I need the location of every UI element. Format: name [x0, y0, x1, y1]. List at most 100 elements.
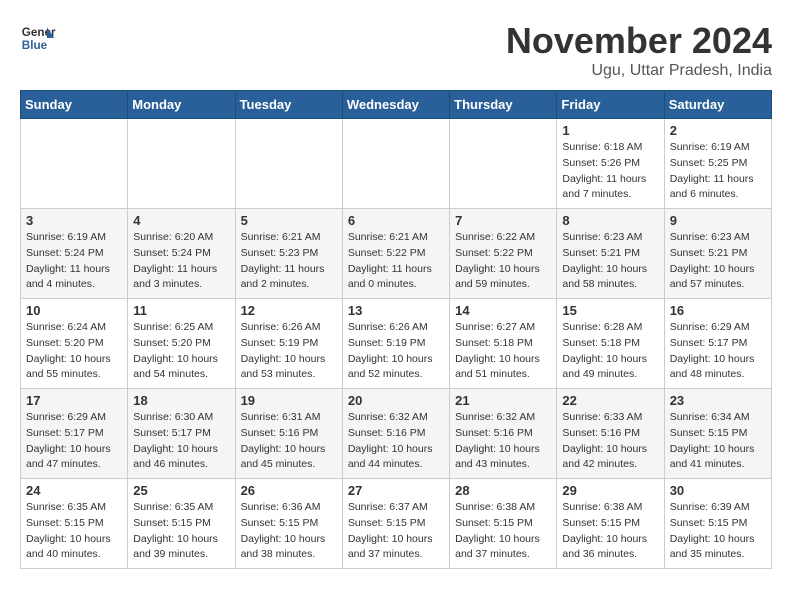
calendar-body: 1Sunrise: 6:18 AM Sunset: 5:26 PM Daylig…	[21, 119, 772, 569]
day-info: Sunrise: 6:19 AM Sunset: 5:24 PM Dayligh…	[26, 230, 122, 293]
day-number: 27	[348, 483, 444, 498]
calendar-cell: 28Sunrise: 6:38 AM Sunset: 5:15 PM Dayli…	[450, 479, 557, 569]
calendar-cell: 25 Sunrise: 6:35 AM Sunset: 5:15 PM Dayli…	[128, 479, 235, 569]
calendar-cell: 6 Sunrise: 6:21 AM Sunset: 5:22 PM Daylig…	[342, 209, 449, 299]
header-thursday: Thursday	[450, 91, 557, 119]
day-number: 18	[133, 393, 229, 408]
day-info: Sunrise: 6:35 AM Sunset: 5:15 PM Dayligh…	[26, 500, 122, 563]
day-number: 24	[26, 483, 122, 498]
calendar-header: SundayMondayTuesdayWednesdayThursdayFrid…	[21, 91, 772, 119]
calendar-cell: 7Sunrise: 6:22 AM Sunset: 5:22 PM Daylig…	[450, 209, 557, 299]
day-number: 21	[455, 393, 551, 408]
day-info: Sunrise: 6:28 AM Sunset: 5:18 PM Dayligh…	[562, 320, 658, 383]
calendar-cell	[235, 119, 342, 209]
location-subtitle: Ugu, Uttar Pradesh, India	[506, 62, 772, 80]
day-info: Sunrise: 6:33 AM Sunset: 5:16 PM Dayligh…	[562, 410, 658, 473]
calendar-cell: 23 Sunrise: 6:34 AM Sunset: 5:15 PM Dayli…	[664, 389, 771, 479]
day-info: Sunrise: 6:35 AM Sunset: 5:15 PM Dayligh…	[133, 500, 229, 563]
day-number: 3	[26, 213, 122, 228]
calendar-cell: 2 Sunrise: 6:19 AM Sunset: 5:25 PM Daylig…	[664, 119, 771, 209]
day-info: Sunrise: 6:29 AM Sunset: 5:17 PM Dayligh…	[670, 320, 766, 383]
day-number: 8	[562, 213, 658, 228]
calendar-cell: 14Sunrise: 6:27 AM Sunset: 5:18 PM Dayli…	[450, 299, 557, 389]
day-info: Sunrise: 6:19 AM Sunset: 5:25 PM Dayligh…	[670, 140, 766, 203]
calendar-cell: 11 Sunrise: 6:25 AM Sunset: 5:20 PM Dayli…	[128, 299, 235, 389]
day-info: Sunrise: 6:26 AM Sunset: 5:19 PM Dayligh…	[241, 320, 337, 383]
calendar-cell: 20Sunrise: 6:32 AM Sunset: 5:16 PM Dayli…	[342, 389, 449, 479]
calendar-cell: 30 Sunrise: 6:39 AM Sunset: 5:15 PM Dayli…	[664, 479, 771, 569]
header-sunday: Sunday	[21, 91, 128, 119]
svg-text:Blue: Blue	[22, 39, 48, 52]
week-row-4: 17 Sunrise: 6:29 AM Sunset: 5:17 PM Dayli…	[21, 389, 772, 479]
logo: General Blue	[20, 20, 56, 56]
week-row-5: 24 Sunrise: 6:35 AM Sunset: 5:15 PM Dayli…	[21, 479, 772, 569]
day-info: Sunrise: 6:25 AM Sunset: 5:20 PM Dayligh…	[133, 320, 229, 383]
day-info: Sunrise: 6:23 AM Sunset: 5:21 PM Dayligh…	[562, 230, 658, 293]
calendar-cell	[21, 119, 128, 209]
calendar-cell: 9 Sunrise: 6:23 AM Sunset: 5:21 PM Daylig…	[664, 209, 771, 299]
day-number: 2	[670, 123, 766, 138]
calendar-cell: 19 Sunrise: 6:31 AM Sunset: 5:16 PM Dayli…	[235, 389, 342, 479]
calendar-cell: 8 Sunrise: 6:23 AM Sunset: 5:21 PM Daylig…	[557, 209, 664, 299]
calendar-table: SundayMondayTuesdayWednesdayThursdayFrid…	[20, 90, 772, 569]
day-number: 4	[133, 213, 229, 228]
calendar-cell: 5 Sunrise: 6:21 AM Sunset: 5:23 PM Daylig…	[235, 209, 342, 299]
day-number: 30	[670, 483, 766, 498]
day-number: 7	[455, 213, 551, 228]
calendar-cell: 1Sunrise: 6:18 AM Sunset: 5:26 PM Daylig…	[557, 119, 664, 209]
day-number: 23	[670, 393, 766, 408]
calendar-cell: 15Sunrise: 6:28 AM Sunset: 5:18 PM Dayli…	[557, 299, 664, 389]
day-number: 29	[562, 483, 658, 498]
day-info: Sunrise: 6:32 AM Sunset: 5:16 PM Dayligh…	[348, 410, 444, 473]
calendar-cell	[128, 119, 235, 209]
day-info: Sunrise: 6:24 AM Sunset: 5:20 PM Dayligh…	[26, 320, 122, 383]
calendar-cell: 29 Sunrise: 6:38 AM Sunset: 5:15 PM Dayli…	[557, 479, 664, 569]
day-info: Sunrise: 6:21 AM Sunset: 5:22 PM Dayligh…	[348, 230, 444, 293]
day-info: Sunrise: 6:31 AM Sunset: 5:16 PM Dayligh…	[241, 410, 337, 473]
day-number: 9	[670, 213, 766, 228]
day-number: 6	[348, 213, 444, 228]
day-number: 12	[241, 303, 337, 318]
header-monday: Monday	[128, 91, 235, 119]
calendar-cell: 17 Sunrise: 6:29 AM Sunset: 5:17 PM Dayli…	[21, 389, 128, 479]
day-number: 11	[133, 303, 229, 318]
header-friday: Friday	[557, 91, 664, 119]
calendar-cell: 26 Sunrise: 6:36 AM Sunset: 5:15 PM Dayli…	[235, 479, 342, 569]
day-info: Sunrise: 6:32 AM Sunset: 5:16 PM Dayligh…	[455, 410, 551, 473]
week-row-1: 1Sunrise: 6:18 AM Sunset: 5:26 PM Daylig…	[21, 119, 772, 209]
day-info: Sunrise: 6:23 AM Sunset: 5:21 PM Dayligh…	[670, 230, 766, 293]
calendar-cell: 12 Sunrise: 6:26 AM Sunset: 5:19 PM Dayli…	[235, 299, 342, 389]
day-info: Sunrise: 6:34 AM Sunset: 5:15 PM Dayligh…	[670, 410, 766, 473]
calendar-cell: 21 Sunrise: 6:32 AM Sunset: 5:16 PM Dayli…	[450, 389, 557, 479]
calendar-cell: 27 Sunrise: 6:37 AM Sunset: 5:15 PM Dayli…	[342, 479, 449, 569]
calendar-cell: 16 Sunrise: 6:29 AM Sunset: 5:17 PM Dayli…	[664, 299, 771, 389]
day-info: Sunrise: 6:20 AM Sunset: 5:24 PM Dayligh…	[133, 230, 229, 293]
calendar-cell	[450, 119, 557, 209]
month-title: November 2024	[506, 20, 772, 62]
calendar-cell: 24 Sunrise: 6:35 AM Sunset: 5:15 PM Dayli…	[21, 479, 128, 569]
day-number: 14	[455, 303, 551, 318]
day-info: Sunrise: 6:38 AM Sunset: 5:15 PM Dayligh…	[562, 500, 658, 563]
calendar-cell: 4 Sunrise: 6:20 AM Sunset: 5:24 PM Daylig…	[128, 209, 235, 299]
day-number: 17	[26, 393, 122, 408]
title-section: November 2024 Ugu, Uttar Pradesh, India	[506, 20, 772, 80]
day-number: 16	[670, 303, 766, 318]
day-number: 19	[241, 393, 337, 408]
day-info: Sunrise: 6:26 AM Sunset: 5:19 PM Dayligh…	[348, 320, 444, 383]
week-row-3: 10 Sunrise: 6:24 AM Sunset: 5:20 PM Dayli…	[21, 299, 772, 389]
day-number: 10	[26, 303, 122, 318]
day-number: 22	[562, 393, 658, 408]
day-info: Sunrise: 6:29 AM Sunset: 5:17 PM Dayligh…	[26, 410, 122, 473]
day-number: 26	[241, 483, 337, 498]
calendar-cell: 18Sunrise: 6:30 AM Sunset: 5:17 PM Dayli…	[128, 389, 235, 479]
calendar-cell: 13Sunrise: 6:26 AM Sunset: 5:19 PM Dayli…	[342, 299, 449, 389]
day-number: 25	[133, 483, 229, 498]
calendar-cell: 3 Sunrise: 6:19 AM Sunset: 5:24 PM Daylig…	[21, 209, 128, 299]
day-info: Sunrise: 6:37 AM Sunset: 5:15 PM Dayligh…	[348, 500, 444, 563]
day-info: Sunrise: 6:36 AM Sunset: 5:15 PM Dayligh…	[241, 500, 337, 563]
day-info: Sunrise: 6:21 AM Sunset: 5:23 PM Dayligh…	[241, 230, 337, 293]
calendar-cell	[342, 119, 449, 209]
day-info: Sunrise: 6:39 AM Sunset: 5:15 PM Dayligh…	[670, 500, 766, 563]
day-number: 1	[562, 123, 658, 138]
day-number: 5	[241, 213, 337, 228]
